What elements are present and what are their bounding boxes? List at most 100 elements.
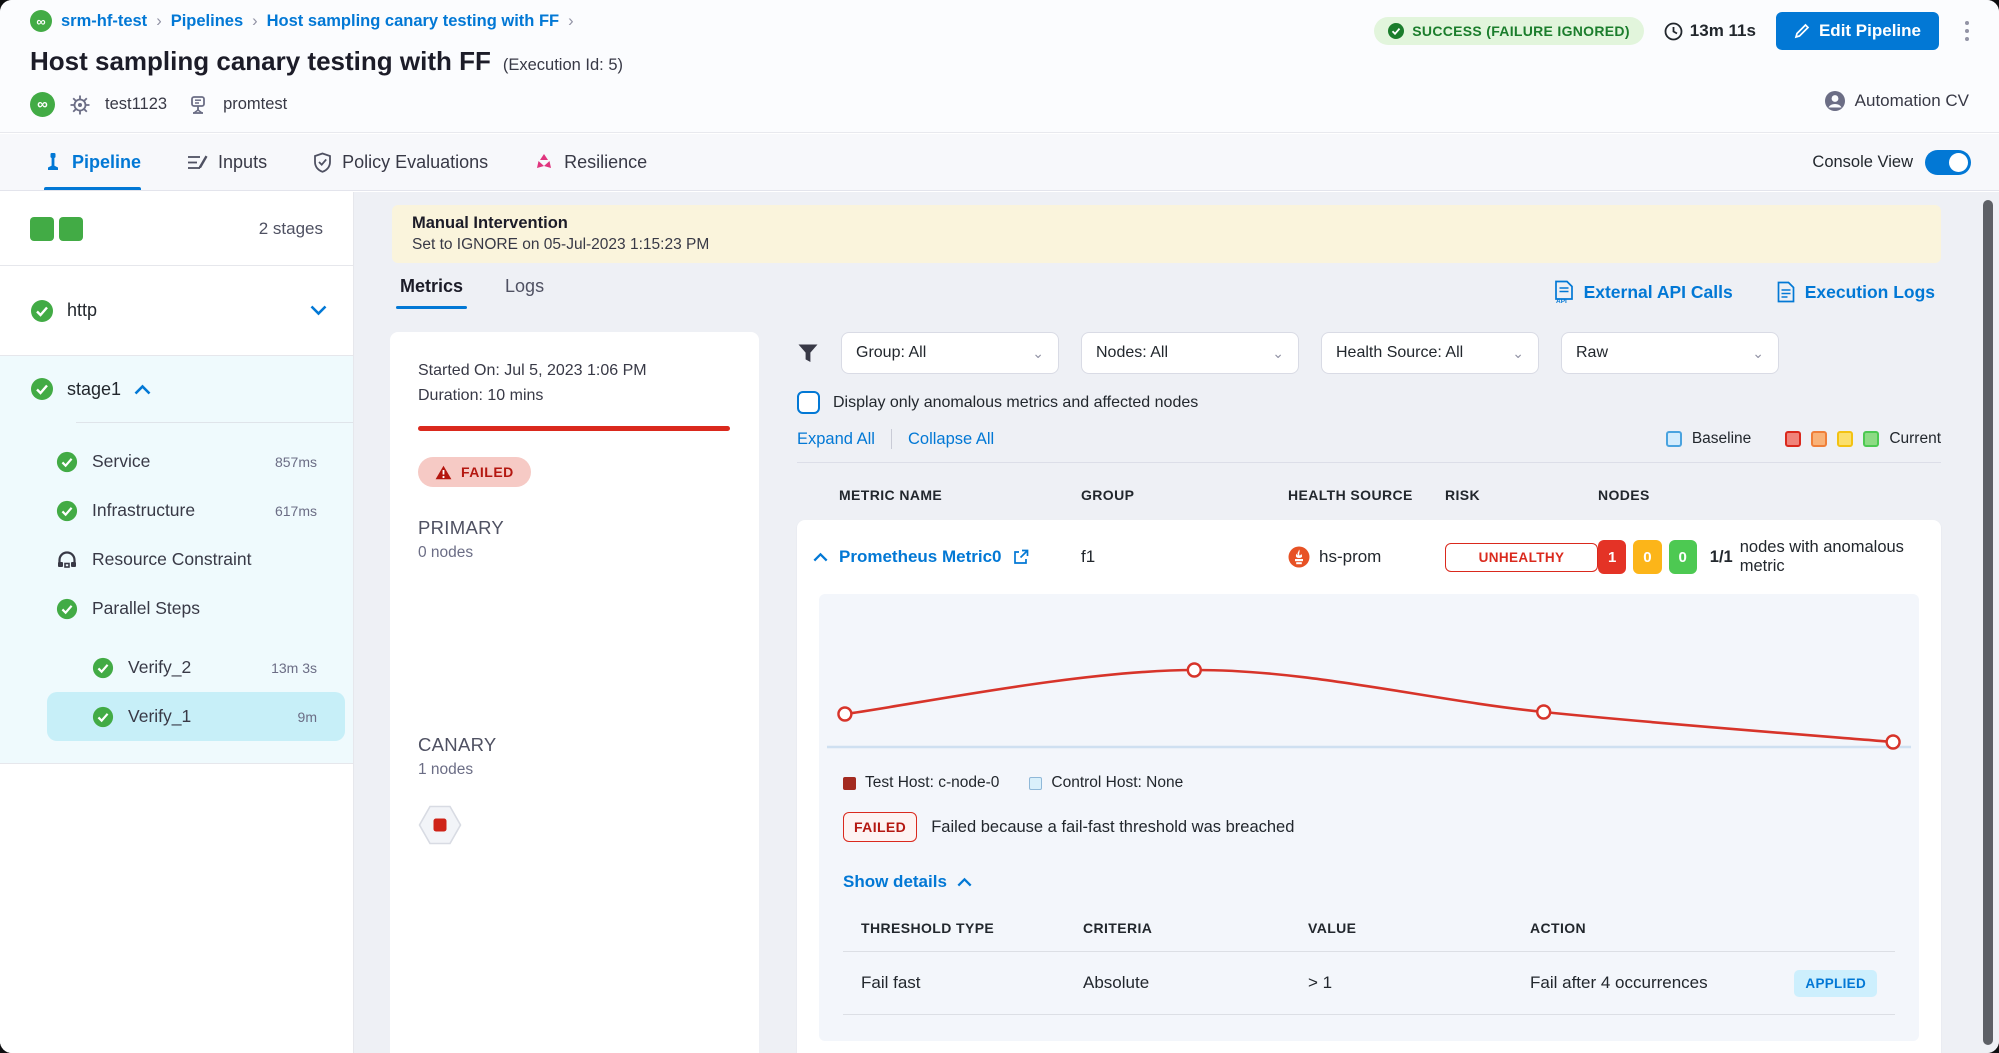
current-yellow-swatch [1837,431,1853,447]
metrics-table-header: METRIC NAME GROUP HEALTH SOURCE RISK NOD… [797,487,1941,503]
canary-node-count: 1 nodes [418,761,731,779]
panel-links: API External API Calls Execution Logs [1554,280,1935,304]
vertical-scrollbar[interactable] [1983,200,1993,1045]
logs-document-icon [1777,281,1795,303]
console-view-toggle[interactable] [1925,150,1971,175]
health-source-filter-dropdown[interactable]: Health Source: All⌄ [1321,332,1539,374]
nodes-filter-dropdown[interactable]: Nodes: All⌄ [1081,332,1299,374]
success-check-icon [56,451,78,473]
baseline-legend-label: Baseline [1692,430,1751,448]
collapse-all-link[interactable]: Collapse All [908,430,994,449]
stage-item-http[interactable]: http [0,266,353,356]
app-window: ∞ srm-hf-test › Pipelines › Host samplin… [0,0,1999,1053]
success-check-icon [56,598,78,620]
chevron-down-icon: ⌄ [1752,345,1764,362]
external-link-icon[interactable] [1013,549,1029,565]
tab-metrics[interactable]: Metrics [400,276,463,309]
tab-logs[interactable]: Logs [505,276,544,309]
step-duration: 857ms [275,454,317,470]
primary-group-label: PRIMARY [418,517,731,539]
metric-name-cell[interactable]: Prometheus Metric0 [813,547,1081,567]
execution-status-badge: SUCCESS (FAILURE IGNORED) [1374,17,1644,45]
nodes-ratio-label: 1/1 [1710,548,1733,567]
test-host-label: Test Host: c-node-0 [865,774,999,792]
env-tag-label[interactable]: promtest [223,95,287,114]
primary-node-count: 0 nodes [418,544,731,562]
breadcrumb-project[interactable]: srm-hf-test [61,12,147,31]
chevron-down-icon: ⌄ [1272,345,1284,362]
collapse-chevron-icon[interactable] [813,552,828,562]
duration-label: Duration: 10 mins [418,383,731,408]
external-api-calls-link[interactable]: API External API Calls [1554,280,1733,304]
step-item-verify-1-selected[interactable]: Verify_1 9m [47,692,345,741]
svg-text:API: API [1556,298,1567,304]
edit-pipeline-button[interactable]: Edit Pipeline [1776,12,1939,50]
show-details-link[interactable]: Show details [843,872,1895,892]
divider [891,429,892,449]
tab-inputs[interactable]: Inputs [187,134,267,190]
execution-duration: 13m 11s [1664,21,1756,41]
value-cell: > 1 [1308,973,1530,993]
col-value: VALUE [1308,920,1530,936]
control-host-label: Control Host: None [1051,774,1183,792]
expand-all-link[interactable]: Expand All [797,430,875,449]
breadcrumb-separator: › [568,12,574,31]
api-document-icon: API [1554,280,1574,304]
stages-summary: 2 stages [0,192,353,266]
step-item-service[interactable]: Service 857ms [0,437,353,486]
nodes-cell: 1 0 0 1/1 nodes with anomalous metric [1598,538,1941,576]
tab-policy-evaluations[interactable]: Policy Evaluations [313,134,488,190]
breadcrumb-pipeline-name[interactable]: Host sampling canary testing with FF [267,12,559,31]
warning-triangle-icon [435,465,452,480]
anomalous-filter-row: Display only anomalous metrics and affec… [797,391,1941,414]
view-mode-dropdown[interactable]: Raw⌄ [1561,332,1779,374]
tab-pipeline[interactable]: Pipeline [44,134,141,190]
breadcrumb-separator: › [252,12,258,31]
analysis-failed-badge: FAILED [843,812,917,842]
canary-group-label: CANARY [418,734,731,756]
health-source-cell: hs-prom [1288,546,1445,568]
col-nodes: NODES [1598,487,1941,503]
manual-intervention-banner: Manual Intervention Set to IGNORE on 05-… [392,205,1941,263]
warning-node-count-chip: 0 [1633,540,1661,574]
user-avatar-icon [1824,90,1846,112]
metric-row-card: Prometheus Metric0 f1 hs-prom UNHEALTHY … [797,520,1941,1053]
group-filter-dropdown[interactable]: Group: All⌄ [841,332,1059,374]
anomalous-only-checkbox[interactable] [797,391,820,414]
step-item-parallel-steps[interactable]: Parallel Steps [0,584,353,633]
page-header: ∞ srm-hf-test › Pipelines › Host samplin… [0,0,1999,133]
test-host-swatch [843,777,856,790]
chevron-up-icon [957,877,972,887]
execution-logs-link[interactable]: Execution Logs [1777,280,1935,304]
verification-summary-card: Started On: Jul 5, 2023 1:06 PM Duration… [390,332,759,1053]
step-item-infrastructure[interactable]: Infrastructure 617ms [0,486,353,535]
stage-item-stage1[interactable]: stage1 [0,356,353,422]
breadcrumb-pipelines[interactable]: Pipelines [171,12,243,31]
step-item-resource-constraint[interactable]: Resource Constraint [0,535,353,584]
console-view-label: Console View [1812,153,1913,172]
metrics-panel: Group: All⌄ Nodes: All⌄ Health Source: A… [797,332,1941,1053]
service-tag-label[interactable]: test1123 [105,95,167,114]
chevron-up-icon[interactable] [134,384,151,395]
chevron-down-icon[interactable] [310,305,327,316]
applied-status-chip: APPLIED [1794,970,1877,997]
metric-line-chart [819,614,1919,764]
anomalous-checkbox-label: Display only anomalous metrics and affec… [833,394,1198,412]
canary-node-hexagon[interactable] [418,805,731,845]
metric-row: Prometheus Metric0 f1 hs-prom UNHEALTHY … [797,520,1941,594]
gear-icon [69,94,91,116]
tab-resilience[interactable]: Resilience [534,134,647,190]
stage1-group: stage1 Service 857ms Infrastructure 617m… [0,356,353,764]
metric-expanded-details: Test Host: c-node-0 Control Host: None F… [819,594,1919,1041]
execution-content: 2 stages http stage1 Service 857ms [0,192,1999,1053]
chart-series-legend: Test Host: c-node-0 Control Host: None [843,774,1895,792]
header-actions: SUCCESS (FAILURE IGNORED) 13m 11s Edit P… [1374,12,1975,50]
title-row: Host sampling canary testing with FF (Ex… [30,46,623,77]
step-details-panel: Manual Intervention Set to IGNORE on 05-… [354,192,1999,1053]
filter-funnel-icon[interactable] [797,343,819,364]
more-options-menu[interactable] [1959,17,1975,45]
step-duration: 617ms [275,503,317,519]
user-name-label: Automation CV [1855,91,1969,111]
step-item-verify-2[interactable]: Verify_2 13m 3s [0,643,353,692]
breadcrumb: ∞ srm-hf-test › Pipelines › Host samplin… [30,10,574,32]
